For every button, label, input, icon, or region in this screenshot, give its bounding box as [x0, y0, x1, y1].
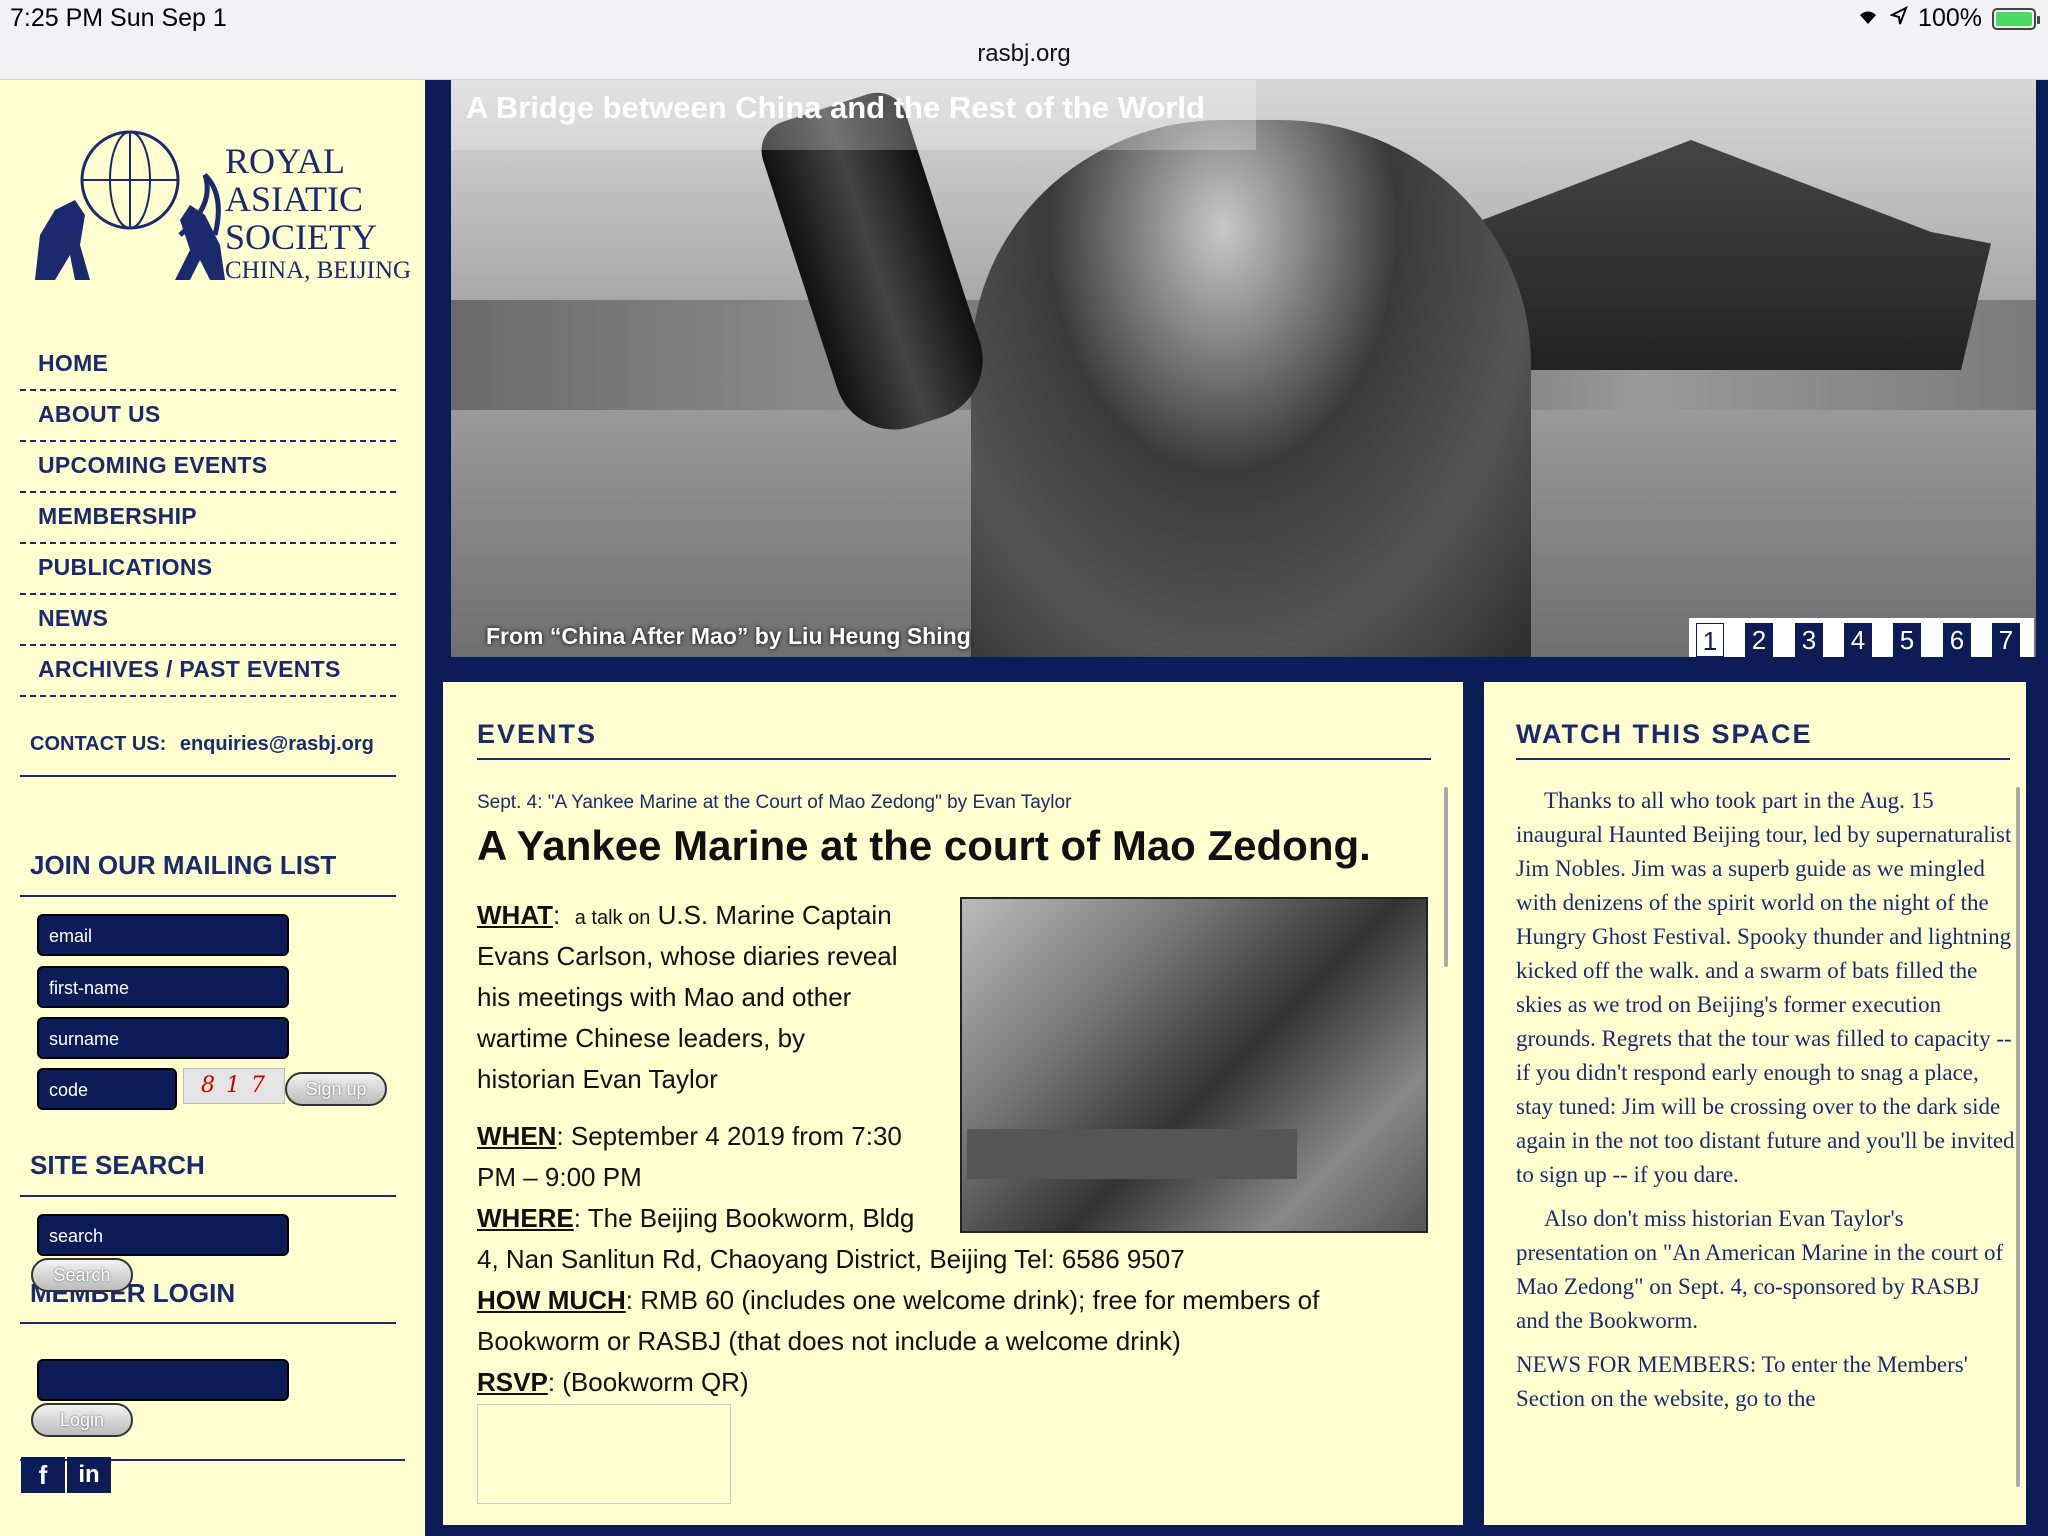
captcha-code-field[interactable]: code [37, 1068, 177, 1110]
status-time: 7:25 PM Sun Sep 1 [10, 4, 227, 32]
address-bar[interactable]: rasbj.org [0, 40, 2048, 68]
captcha-image: 8 1 7 [183, 1068, 285, 1104]
first-name-field[interactable]: first-name [37, 966, 289, 1008]
what-label: WHAT [477, 900, 554, 930]
email-field[interactable]: email [37, 914, 289, 956]
event-what: WHAT: a talk on U.S. Marine Captain [477, 900, 892, 930]
watch-paragraph-2: Also don't miss historian Evan Taylor's … [1516, 1206, 2004, 1333]
what-line-3: his meetings with Mao and other [477, 982, 852, 1012]
slide-page-6[interactable]: 6 [1943, 623, 1971, 657]
battery-icon [1992, 7, 2040, 30]
logo-line-1: ROYAL [225, 141, 346, 181]
mailing-list-heading: JOIN OUR MAILING LIST [30, 850, 337, 880]
watch-paragraph-3: NEWS FOR MEMBERS: To enter the Members' … [1516, 1352, 1968, 1411]
linkedin-icon[interactable]: in [67, 1457, 111, 1493]
event-title[interactable]: A Yankee Marine at the court of Mao Zedo… [477, 822, 1371, 870]
when-label: WHEN [477, 1121, 557, 1151]
contact-label: CONTACT US: [30, 733, 167, 755]
surname-field[interactable]: surname [37, 1017, 289, 1059]
divider [1516, 758, 2010, 760]
divider [20, 1195, 396, 1197]
what-line-2: Evans Carlson, whose diaries reveal [477, 941, 898, 971]
event-date-line[interactable]: Sept. 4: "A Yankee Marine at the Court o… [477, 792, 1071, 814]
where-line-1: : The Beijing Bookworm, Bldg [573, 1203, 915, 1233]
how-much-label: HOW MUCH [477, 1285, 626, 1315]
slide-page-3[interactable]: 3 [1795, 623, 1823, 657]
nav-upcoming-events[interactable]: UPCOMING EVENTS [20, 442, 396, 493]
status-indicators: 100% [1856, 4, 2040, 33]
site-search-heading: SITE SEARCH [30, 1150, 205, 1180]
rsvp-text: : (Bookworm QR) [547, 1367, 749, 1397]
where-line-2: 4, Nan Sanlitun Rd, Chaoyang District, B… [477, 1244, 1185, 1274]
how-much-line-2: Bookworm or RASBJ (that does not include… [477, 1326, 1181, 1356]
what-small-text: a talk on [574, 907, 651, 929]
watch-body: Thanks to all who took part in the Aug. … [1516, 784, 2016, 1484]
nav-archives[interactable]: ARCHIVES / PAST EVENTS [20, 646, 396, 697]
event-when: WHEN: September 4 2019 from 7:30 [477, 1116, 902, 1157]
what-line-4: wartime Chinese leaders, by [477, 1023, 806, 1053]
slide-page-2[interactable]: 2 [1745, 623, 1773, 657]
nav-about-us[interactable]: ABOUT US [20, 391, 396, 442]
battery-percent: 100% [1918, 4, 1982, 32]
search-button[interactable]: Search [31, 1258, 133, 1292]
what-line-5: historian Evan Taylor [477, 1064, 718, 1094]
hero-slideshow[interactable]: A Bridge between China and the Rest of t… [451, 80, 2036, 657]
browser-status-bar: 7:25 PM Sun Sep 1 rasbj.org 100% [0, 0, 2048, 80]
rsvp-label: RSVP [477, 1367, 548, 1397]
photo-table [967, 1129, 1297, 1179]
login-button[interactable]: Login [31, 1403, 133, 1437]
watch-this-space-panel: WATCH THIS SPACE Thanks to all who took … [1484, 682, 2026, 1525]
divider [20, 1322, 396, 1324]
watch-scrollbar[interactable] [2016, 787, 2020, 1487]
contact-email-link[interactable]: enquiries@rasbj.org [180, 733, 374, 755]
hero-smiling-man [971, 120, 1531, 657]
slide-page-7[interactable]: 7 [1992, 623, 2020, 657]
facebook-icon[interactable]: f [21, 1457, 65, 1493]
divider [20, 895, 396, 897]
society-logo-text[interactable]: ROYAL ASIATIC SOCIETY CHINA, BEIJING [225, 142, 411, 286]
login-field[interactable] [37, 1359, 289, 1401]
rsvp-qr-image [477, 1404, 731, 1504]
slideshow-pager: 1 2 3 4 5 6 7 [1689, 618, 2034, 657]
watch-heading: WATCH THIS SPACE [1516, 719, 1813, 749]
when-line-2: PM – 9:00 PM [477, 1162, 642, 1192]
watch-paragraph-1: Thanks to all who took part in the Aug. … [1516, 788, 2015, 1187]
logo-line-3: SOCIETY [225, 217, 377, 257]
when-line-1: : September 4 2019 from 7:30 [556, 1121, 902, 1151]
search-input[interactable]: search [37, 1214, 289, 1256]
logo-line-2: ASIATIC [225, 179, 364, 219]
event-historical-photo [960, 897, 1428, 1233]
nav-membership[interactable]: MEMBERSHIP [20, 493, 396, 544]
location-icon [1889, 4, 1908, 33]
slide-page-4[interactable]: 4 [1844, 623, 1872, 657]
wifi-icon [1856, 4, 1880, 33]
hero-caption: From “China After Mao” by Liu Heung Shin… [486, 623, 971, 649]
sidebar [0, 80, 425, 1536]
event-how-much: HOW MUCH: RMB 60 (includes one welcome d… [477, 1280, 1319, 1321]
where-label: WHERE [477, 1203, 574, 1233]
divider [20, 775, 396, 777]
events-scrollbar[interactable] [1444, 787, 1448, 967]
divider [477, 758, 1431, 760]
sign-up-button[interactable]: Sign up [285, 1072, 387, 1106]
events-heading: EVENTS [477, 719, 598, 749]
logo-line-4: CHINA, BEIJING [225, 257, 412, 284]
contact-us: CONTACT US: enquiries@rasbj.org [30, 733, 374, 756]
nav-publications[interactable]: PUBLICATIONS [20, 544, 396, 595]
hero-title: A Bridge between China and the Rest of t… [466, 90, 1205, 125]
events-panel: EVENTS Sept. 4: "A Yankee Marine at the … [443, 682, 1463, 1525]
slide-page-5[interactable]: 5 [1893, 623, 1921, 657]
event-rsvp: RSVP: (Bookworm QR) [477, 1362, 749, 1403]
nav-news[interactable]: NEWS [20, 595, 396, 646]
event-where: WHERE: The Beijing Bookworm, Bldg [477, 1198, 914, 1239]
how-much-line-1: : RMB 60 (includes one welcome drink); f… [625, 1285, 1320, 1315]
nav-home[interactable]: HOME [20, 340, 396, 391]
what-line-1: U.S. Marine Captain [657, 900, 892, 930]
main-nav: HOME ABOUT US UPCOMING EVENTS MEMBERSHIP… [20, 340, 396, 697]
slide-page-1[interactable]: 1 [1696, 623, 1724, 657]
